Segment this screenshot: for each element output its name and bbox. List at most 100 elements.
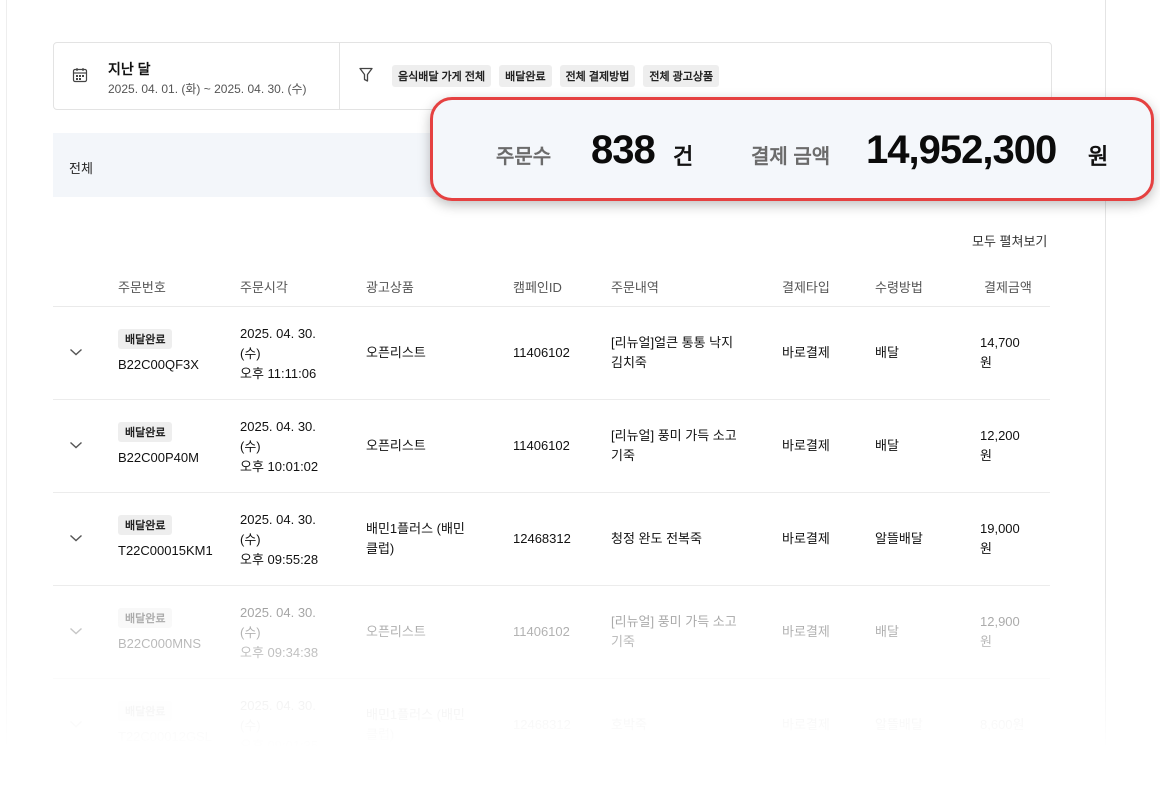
status-badge: 배달완료 — [118, 515, 173, 535]
filter-chip-ad-product[interactable]: 전체 광고상품 — [643, 65, 720, 87]
col-ad-product: 광고상품 — [366, 280, 414, 295]
payment-type: 바로결제 — [782, 624, 830, 639]
order-number: B22C000MNS — [118, 636, 202, 651]
order-items: [리뉴얼] 풍미 가득 소고기죽 — [611, 612, 737, 652]
order-weekday: (수) — [240, 625, 261, 640]
ad-product-line1: 오픈리스트 — [366, 438, 426, 453]
period-label: 지난 달 — [108, 61, 151, 77]
ad-product: 오픈리스트 — [366, 622, 426, 642]
col-receive-method: 수령방법 — [875, 280, 923, 295]
col-payment-amount: 결제금액 — [984, 280, 1032, 295]
chevron-down-icon[interactable] — [69, 626, 83, 636]
payment-amount-value: 12,200 — [980, 428, 1020, 443]
order-number: T22C00015KM1 — [118, 543, 213, 558]
order-items-line2: 기죽 — [611, 448, 635, 463]
campaign-id: 11406102 — [513, 624, 570, 639]
order-clock: 오후 09:34:38 — [240, 645, 319, 660]
chevron-down-icon[interactable] — [69, 533, 83, 543]
payment-amount-unit: 원 — [980, 355, 992, 370]
payment-amount-label: 결제 금액 — [751, 146, 831, 168]
orders-count-value: 838 — [591, 128, 656, 172]
order-items-line2: 기죽 — [611, 634, 635, 649]
order-items: [리뉴얼]얼큰 통통 낙지김치죽 — [611, 333, 733, 373]
filter-funnel-icon[interactable] — [359, 67, 373, 83]
payment-amount-unit: 원 — [980, 634, 992, 649]
order-date: 2025. 04. 30. — [240, 698, 316, 713]
order-clock: 오후 09:55:28 — [240, 552, 319, 567]
table-header: 주문번호 주문시각 광고상품 캠페인ID 주문내역 결제타입 수령방법 결제금액 — [53, 262, 1050, 307]
payment-type: 바로결제 — [782, 531, 830, 546]
order-weekday: (수) — [240, 532, 261, 547]
col-order-time: 주문시각 — [240, 280, 288, 295]
campaign-id: 12468312 — [513, 531, 571, 546]
order-items-line1: [리뉴얼] 풍미 가득 소고 — [611, 614, 737, 629]
order-weekday: (수) — [240, 718, 261, 733]
summary-highlight-callout: 주문수 838 건 결제 금액 14,952,300 원 — [430, 97, 1154, 201]
filter-chip-store[interactable]: 음식배달 가게 전체 — [392, 65, 492, 87]
col-payment-type: 결제타입 — [782, 280, 830, 295]
ad-product: 오픈리스트 — [366, 436, 426, 456]
period-selector[interactable]: 지난 달 2025. 04. 01. (화) ~ 2025. 04. 30. (… — [54, 43, 340, 109]
order-items: [리뉴얼] 풍미 가득 소고기죽 — [611, 426, 737, 466]
status-badge: 배달완료 — [118, 701, 173, 721]
order-items-line1: 청정 완도 전복죽 — [611, 531, 702, 546]
order-date: 2025. 04. 30. — [240, 605, 316, 620]
receive-method: 배달 — [875, 438, 899, 453]
ad-product-line1: 오픈리스트 — [366, 624, 426, 639]
chevron-down-icon[interactable] — [69, 719, 83, 729]
payment-amount: 14,700 원 — [980, 333, 1020, 373]
ad-product-line1: 배민1플러스 (배민 — [366, 521, 465, 536]
ad-product-line1: 배민1플러스 (배민 — [366, 707, 465, 722]
order-time: 2025. 04. 30. (수) 오후 10:01:02 — [240, 417, 318, 477]
receive-method: 알뜰배달 — [875, 531, 923, 546]
order-items-line1: 호박죽 — [611, 717, 647, 732]
order-number: B22C00P40M — [118, 450, 199, 465]
order-weekday: (수) — [240, 439, 261, 454]
campaign-id: 11406102 — [513, 345, 570, 360]
payment-type: 바로결제 — [782, 345, 830, 360]
payment-type: 바로결제 — [782, 438, 830, 453]
receive-method: 배달 — [875, 624, 899, 639]
orders-table: 주문번호 주문시각 광고상품 캠페인ID 주문내역 결제타입 수령방법 결제금액… — [53, 262, 1050, 772]
table-row[interactable]: 배달완료 B22C000MNS 2025. 04. 30. (수) 오후 09:34:3… — [53, 586, 1050, 679]
payment-amount: 12,900 원 — [980, 612, 1020, 652]
receive-method: 배달 — [875, 345, 899, 360]
order-items-line2: 김치죽 — [611, 355, 647, 370]
ad-product: 오픈리스트 — [366, 343, 426, 363]
payment-type: 바로결제 — [782, 717, 830, 732]
payment-amount: 12,200 원 — [980, 426, 1020, 466]
payment-amount-value: 14,952,300 — [866, 128, 1057, 172]
order-number: T22C00012GSL — [118, 729, 212, 744]
calendar-icon — [72, 68, 88, 83]
orders-count-label: 주문수 — [496, 146, 552, 168]
campaign-id: 12468312 — [513, 717, 571, 732]
ad-product-line2: 클럽) — [366, 727, 395, 742]
ad-product-line1: 오픈리스트 — [366, 345, 426, 360]
chevron-down-icon[interactable] — [69, 347, 83, 357]
filter-chips: 음식배달 가게 전체 배달완료 전체 결제방법 전체 광고상품 — [392, 65, 720, 87]
status-badge: 배달완료 — [118, 329, 173, 349]
payment-amount-unit: 원 — [980, 448, 992, 463]
table-row[interactable]: 배달완료 B22C00QF3X 2025. 04. 30. (수) 오후 11:11:0… — [53, 307, 1050, 400]
orders-count-unit: 건 — [673, 144, 694, 169]
ad-product-line2: 클럽) — [366, 541, 395, 556]
payment-amount-value: 19,000 — [980, 521, 1020, 536]
order-items-line1: [리뉴얼] 풍미 가득 소고 — [611, 428, 737, 443]
order-clock: 오후 10:01:02 — [240, 459, 319, 474]
table-row[interactable]: 배달완료 T22C00015KM1 2025. 04. 30. (수) 오후 09:55… — [53, 493, 1050, 586]
order-time: 2025. 04. 30. (수) 오후 09:34:38 — [240, 603, 318, 663]
order-items-line1: [리뉴얼]얼큰 통통 낙지 — [611, 335, 734, 350]
payment-amount-unit: 원 — [980, 541, 992, 556]
receive-method: 알뜰배달 — [875, 717, 923, 732]
payment-amount-value: 14,700 — [980, 335, 1020, 350]
filter-chip-status[interactable]: 배달완료 — [499, 65, 552, 87]
status-badge: 배달완료 — [118, 422, 173, 442]
table-row[interactable]: 배달완료 B22C00P40M 2025. 04. 30. (수) 오후 10:01:0… — [53, 400, 1050, 493]
filter-chip-payment[interactable]: 전체 결제방법 — [559, 65, 636, 87]
order-weekday: (수) — [240, 346, 261, 361]
table-row[interactable]: 배달완료 T22C00012GSL 2025. 04. 30. (수) 오후 09:01… — [53, 679, 1050, 772]
chevron-down-icon[interactable] — [69, 440, 83, 450]
status-badge: 배달완료 — [118, 608, 173, 628]
order-items: 청정 완도 전복죽 — [611, 529, 702, 549]
expand-all-link[interactable]: 모두 펼쳐보기 — [972, 231, 1047, 250]
